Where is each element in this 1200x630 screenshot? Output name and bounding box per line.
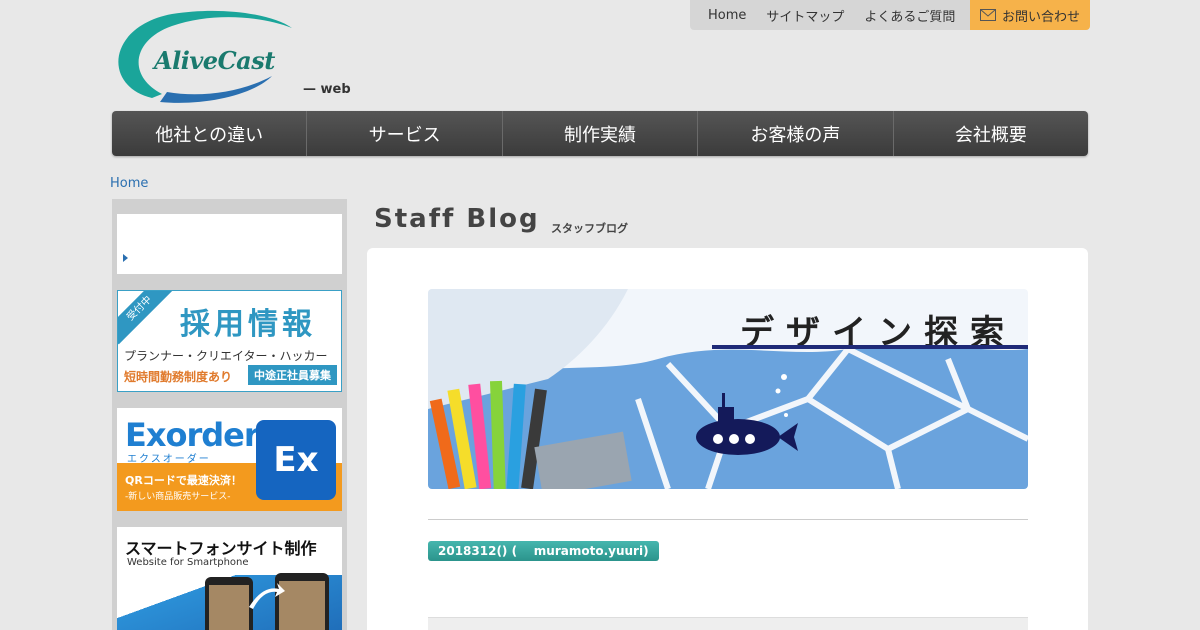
utility-nav: Home サイトマップ よくあるご質問 お問い合わせ — [690, 0, 1090, 30]
hero-underline — [712, 345, 1028, 349]
exorder-banner[interactable]: Exorder エクスオーダー QRコードで最速決済！ -新しい商品販売サービス… — [117, 408, 342, 511]
breadcrumb-home-link[interactable]: Home — [110, 176, 148, 191]
nav-item-testimonials[interactable]: お客様の声 — [698, 111, 894, 156]
content-divider — [428, 519, 1028, 520]
triangle-right-icon — [123, 254, 128, 262]
post-meta-badge: 2018312() ( muramoto.yuuri) — [428, 541, 659, 561]
topnav-home-link[interactable]: Home — [690, 0, 756, 30]
recruit-ribbon: 受付中 — [118, 291, 176, 345]
phone-icon — [205, 577, 253, 630]
exorder-logo-icon: Ex — [256, 420, 336, 500]
recruit-badge: 中途正社員募集 — [248, 365, 337, 385]
smartphone-banner[interactable]: スマートフォンサイト制作 Website for Smartphone — [117, 527, 342, 630]
recruit-roles: プランナー・クリエイター・ハッカー — [124, 349, 328, 363]
logo-text: AliveCast — [154, 46, 275, 75]
main-nav: 他社との違い サービス 制作実績 お客様の声 会社概要 — [112, 111, 1088, 156]
topnav-faq-link[interactable]: よくあるご質問 — [854, 0, 965, 30]
page-title: Staff Blog — [374, 204, 540, 234]
smartphone-subtitle: Website for Smartphone — [127, 557, 249, 568]
contact-label: お問い合わせ — [1001, 9, 1080, 25]
recruit-title: 採用情報 — [180, 307, 316, 342]
nav-item-difference[interactable]: 他社との違い — [112, 111, 308, 156]
post-excerpt-box — [428, 617, 1028, 630]
exorder-tagline: QRコードで最速決済！ — [125, 474, 242, 487]
sidebar: 受付中 採用情報 プランナー・クリエイター・ハッカー 短時間勤務制度あり 中途正… — [112, 199, 347, 630]
sidebar-link-box[interactable] — [117, 214, 342, 274]
nav-item-company[interactable]: 会社概要 — [894, 111, 1088, 156]
nav-item-works[interactable]: 制作実績 — [503, 111, 699, 156]
site-logo[interactable]: AliveCast — [112, 6, 312, 106]
page-subtitle: スタッフブログ — [551, 222, 628, 235]
arrow-right-icon — [249, 583, 285, 609]
mail-icon — [979, 9, 996, 21]
nav-item-services[interactable]: サービス — [307, 111, 503, 156]
exorder-subtagline: -新しい商品販売サービス- — [125, 492, 231, 502]
topnav-sitemap-link[interactable]: サイトマップ — [756, 0, 854, 30]
logo-subtitle: — web — [303, 82, 351, 97]
recruit-banner[interactable]: 受付中 採用情報 プランナー・クリエイター・ハッカー 短時間勤務制度あり 中途正… — [117, 290, 342, 392]
exorder-kana: エクスオーダー — [127, 454, 211, 465]
contact-button[interactable]: お問い合わせ — [969, 0, 1090, 30]
exorder-title: Exorder — [125, 416, 260, 454]
smartphone-title: スマートフォンサイト制作 — [125, 539, 317, 558]
recruit-note: 短時間勤務制度あり — [124, 370, 233, 384]
